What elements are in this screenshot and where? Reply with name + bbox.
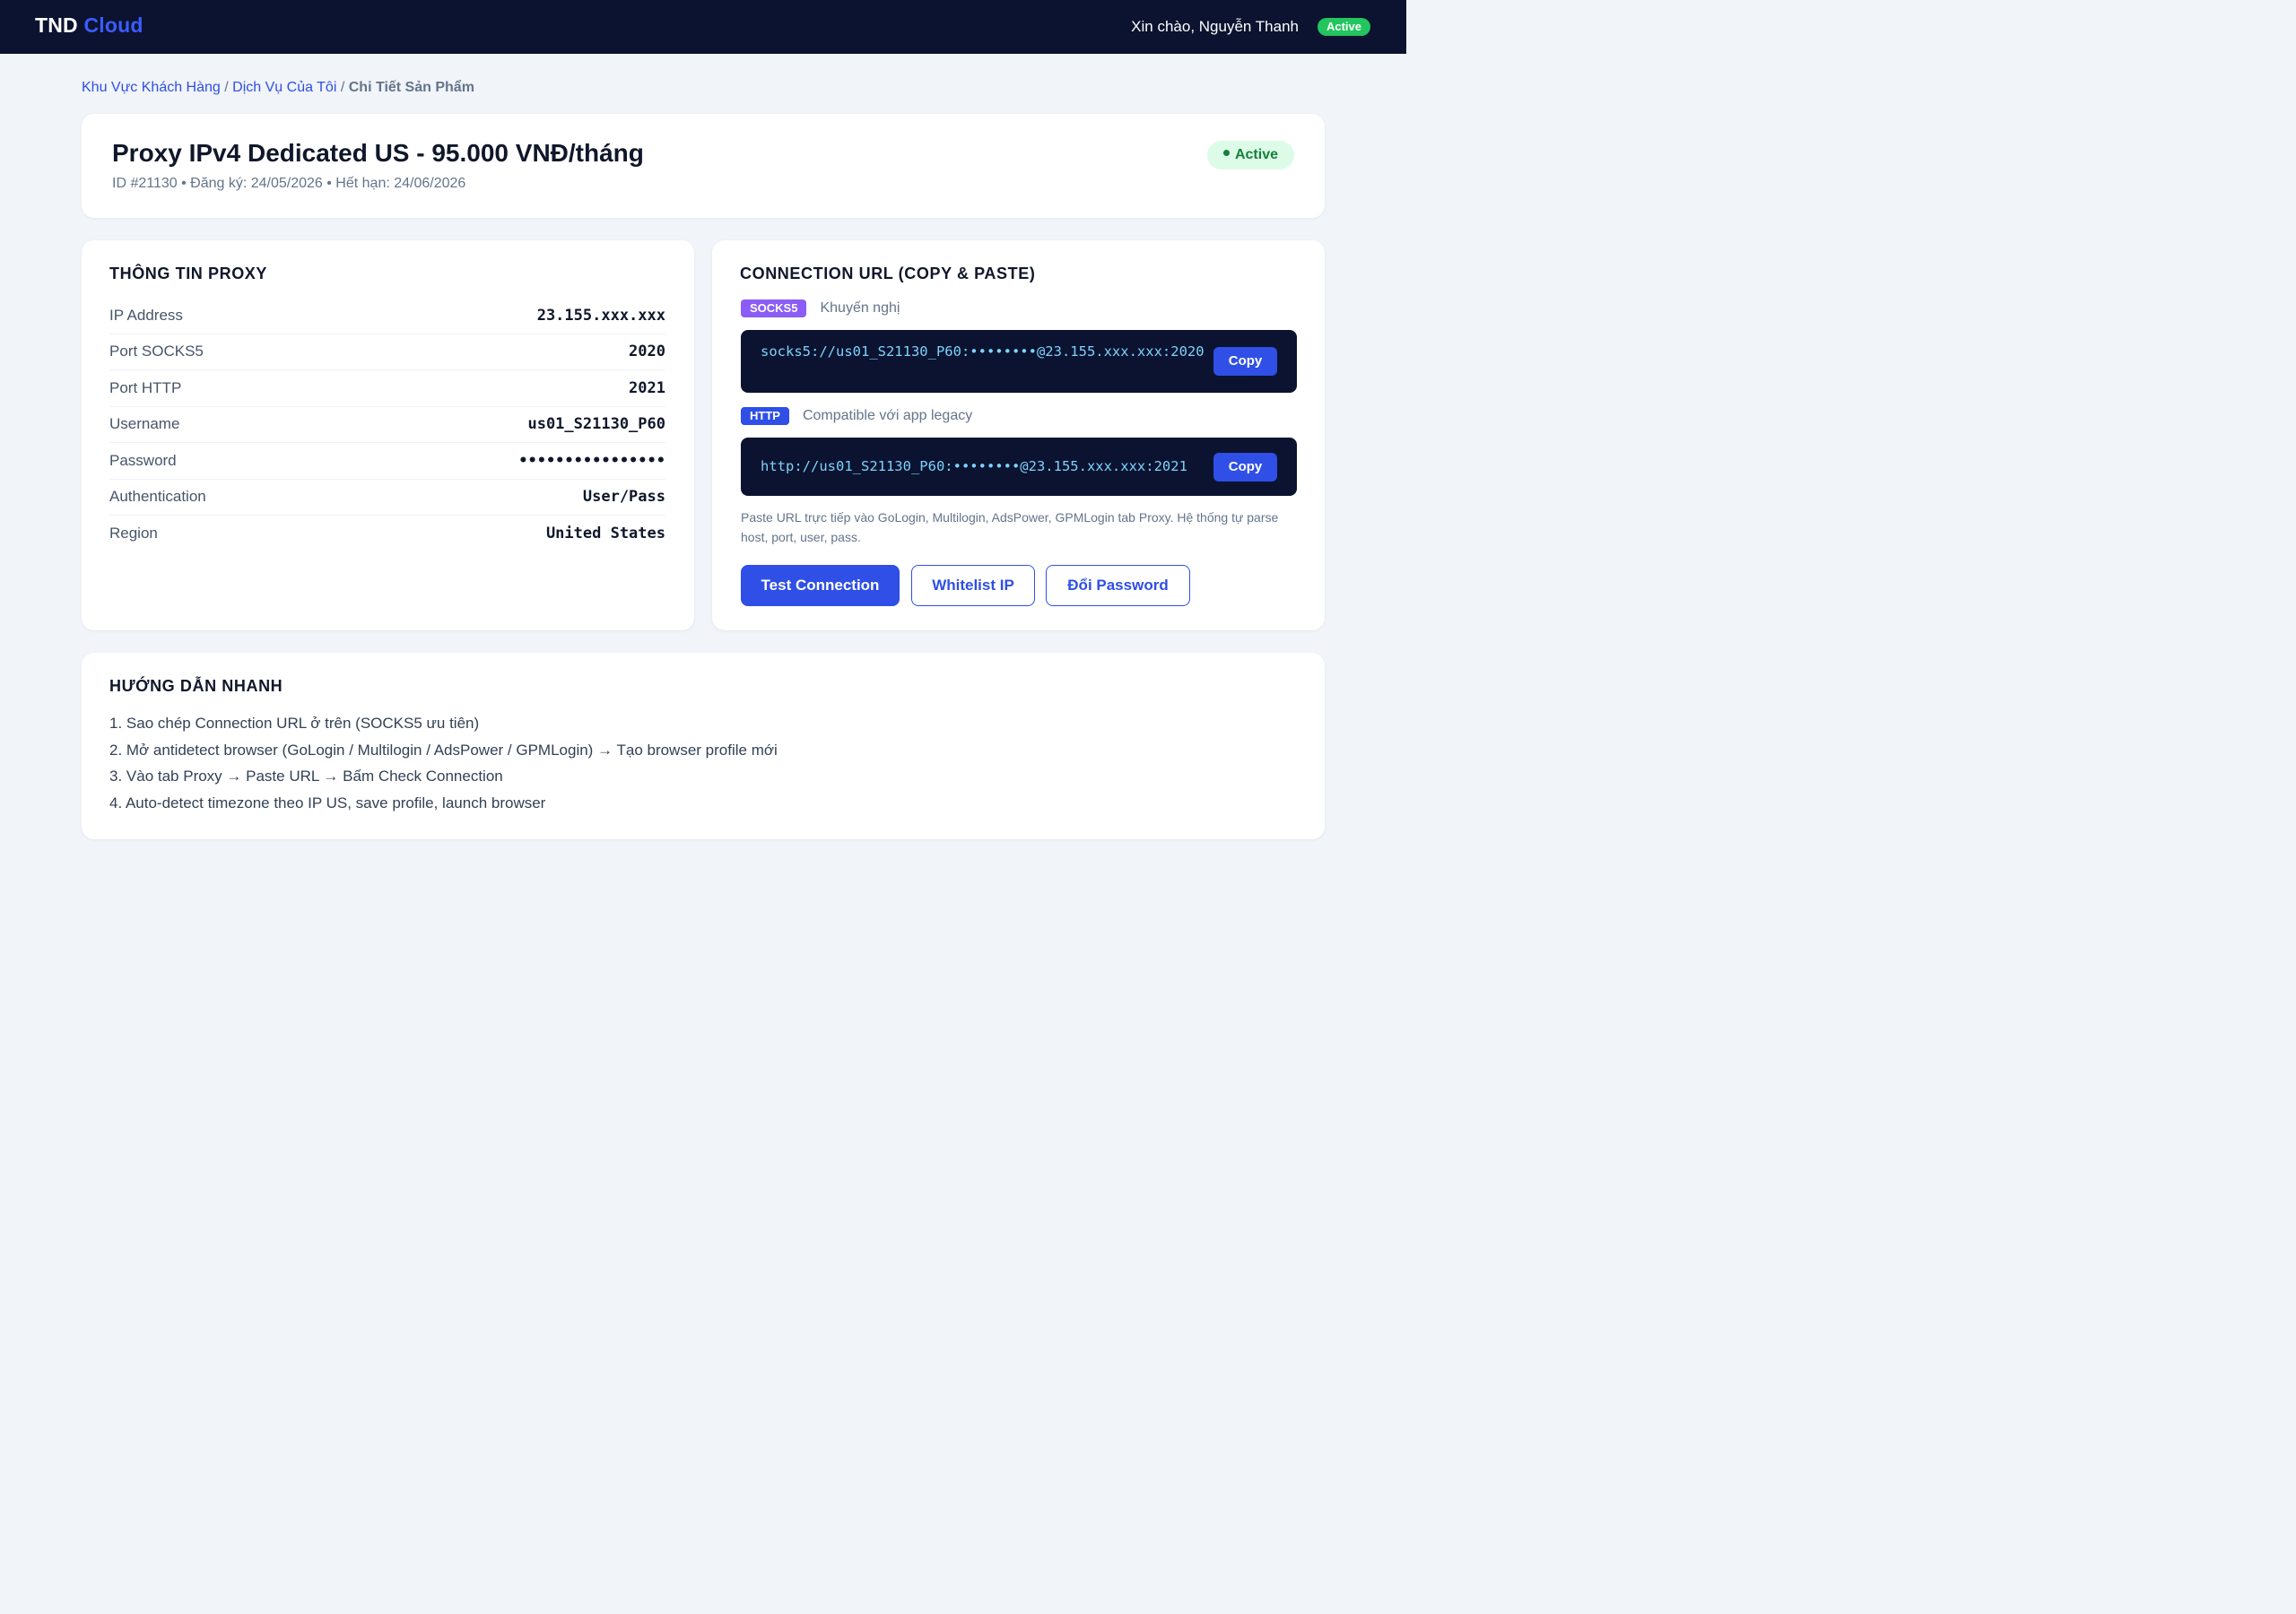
brand-accent: Cloud (83, 13, 144, 37)
info-label: IP Address (109, 306, 183, 324)
breadcrumb-current: Chi Tiết Sản Phẩm (348, 80, 474, 95)
info-row-port-socks5: Port SOCKS5 2020 (109, 334, 665, 370)
whitelist-ip-button[interactable]: Whitelist IP (911, 565, 1035, 606)
info-row-authentication: Authentication User/Pass (109, 480, 665, 516)
http-tag: HTTP (741, 407, 789, 425)
breadcrumb-my-services[interactable]: Dịch Vụ Của Tôi (232, 80, 336, 95)
breadcrumb-separator: / (340, 80, 345, 95)
info-row-username: Username us01_S21130_P60 (109, 407, 665, 443)
guide-step: 2. Mở antidetect browser (GoLogin / Mult… (109, 741, 778, 759)
info-label: Region (109, 525, 158, 542)
info-label: Authentication (109, 488, 206, 506)
socks5-label-row: SOCKS5 Khuyến nghị (741, 299, 900, 317)
info-label: Port HTTP (109, 378, 182, 396)
info-value-password[interactable]: •••••••••••••••• (518, 452, 665, 470)
proxy-info-list: IP Address 23.155.xxx.xxx Port SOCKS5 20… (109, 298, 665, 552)
status-dot-icon (1222, 150, 1230, 157)
brand-logo[interactable]: TND Cloud (35, 13, 144, 38)
connection-hint: Paste URL trực tiếp vào GoLogin, Multilo… (741, 510, 1279, 544)
product-header-card: Proxy IPv4 Dedicated US - 95.000 VNĐ/thá… (82, 114, 1325, 218)
info-row-ip: IP Address 23.155.xxx.xxx (109, 298, 665, 334)
breadcrumb-client-area[interactable]: Khu Vực Khách Hàng (82, 80, 221, 95)
info-row-password: Password •••••••••••••••• (109, 443, 665, 480)
breadcrumb-separator: / (224, 80, 229, 95)
top-navbar: TND Cloud Xin chào, Nguyễn Thanh Active (0, 0, 1406, 54)
copy-socks5-button[interactable]: Copy (1213, 347, 1277, 376)
info-value-username[interactable]: us01_S21130_P60 (527, 415, 665, 433)
info-value-port-http[interactable]: 2021 (629, 379, 665, 397)
info-value-region: United States (545, 525, 665, 543)
connection-url-card: CONNECTION URL (COPY & PASTE) SOCKS5 Khu… (712, 240, 1325, 630)
product-status-label: Active (1234, 147, 1278, 162)
account-status-badge: Active (1317, 18, 1370, 36)
copy-http-button[interactable]: Copy (1213, 453, 1277, 482)
info-label: Port SOCKS5 (109, 343, 204, 360)
http-url[interactable]: http://us01_S21130_P60:••••••••@23.155.x… (761, 458, 1209, 475)
info-label: Username (109, 415, 180, 433)
socks5-url[interactable]: socks5://us01_S21130_P60:••••••••@23.155… (761, 343, 1209, 360)
info-value-ip[interactable]: 23.155.xxx.xxx (537, 307, 665, 325)
guide-step: 4. Auto-detect timezone theo IP US, save… (109, 794, 546, 811)
socks5-url-box: socks5://us01_S21130_P60:••••••••@23.155… (741, 330, 1297, 393)
guide-step: 1. Sao chép Connection URL ở trên (SOCKS… (109, 715, 480, 732)
product-status-badge: Active (1206, 141, 1294, 169)
quick-guide-steps: 1. Sao chép Connection URL ở trên (SOCKS… (109, 710, 778, 816)
http-label-row: HTTP Compatible với app legacy (741, 407, 972, 425)
quick-guide-title: HƯỚNG DẪN NHANH (109, 677, 283, 695)
http-note: Compatible với app legacy (802, 408, 973, 423)
proxy-info-card: THÔNG TIN PROXY IP Address 23.155.xxx.xx… (82, 240, 694, 630)
info-row-port-http: Port HTTP 2021 (109, 370, 665, 407)
info-value-port-socks5[interactable]: 2020 (629, 343, 665, 360)
quick-guide-card: HƯỚNG DẪN NHANH 1. Sao chép Connection U… (82, 653, 1325, 839)
connection-url-title: CONNECTION URL (COPY & PASTE) (740, 265, 1036, 282)
info-label: Password (109, 451, 177, 469)
product-title: Proxy IPv4 Dedicated US - 95.000 VNĐ/thá… (112, 139, 644, 167)
change-password-button[interactable]: Đổi Password (1046, 565, 1190, 606)
product-meta: ID #21130 • Đăng ký: 24/05/2026 • Hết hạ… (112, 176, 466, 191)
info-row-region: Region United States (109, 516, 665, 552)
info-value-authentication: User/Pass (582, 488, 665, 507)
test-connection-button[interactable]: Test Connection (741, 565, 900, 606)
socks5-tag: SOCKS5 (741, 299, 807, 317)
guide-step: 3. Vào tab Proxy → Paste URL → Bấm Check… (109, 768, 503, 785)
socks5-note: Khuyến nghị (820, 300, 900, 316)
breadcrumb: Khu Vực Khách Hàng / Dịch Vụ Của Tôi / C… (82, 80, 474, 96)
http-url-box: http://us01_S21130_P60:••••••••@23.155.x… (741, 438, 1297, 496)
brand-name: TND (35, 13, 78, 37)
proxy-info-title: THÔNG TIN PROXY (109, 265, 268, 282)
user-greeting[interactable]: Xin chào, Nguyễn Thanh (1131, 18, 1299, 36)
